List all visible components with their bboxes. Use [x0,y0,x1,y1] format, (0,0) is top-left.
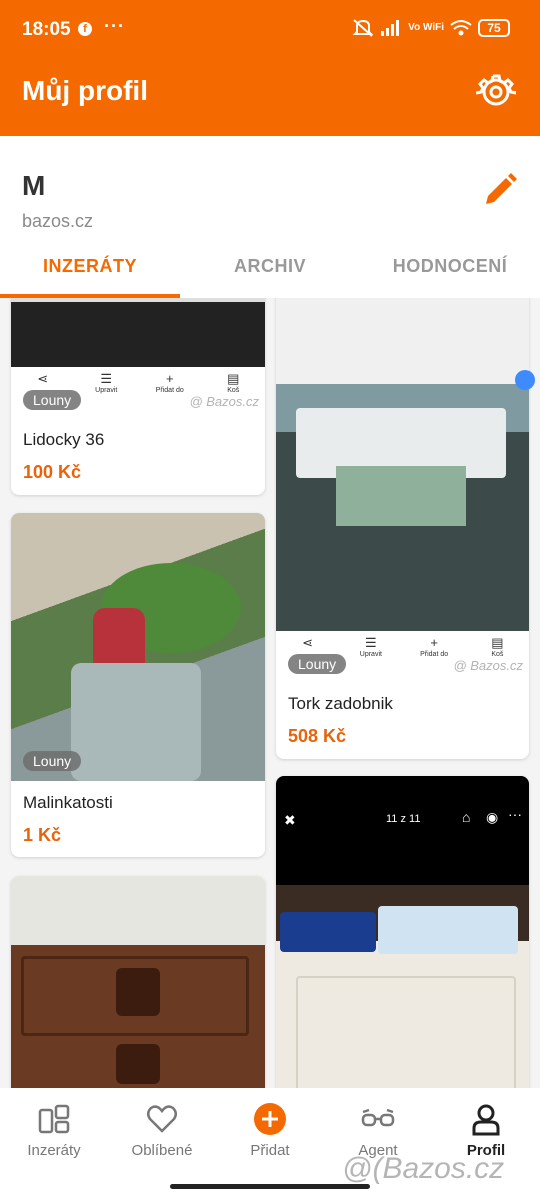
listing-card[interactable]: ⋖ ☰ Upravit + Přidat do ▤ Koš @ Bazos.cz Lo… [276,298,529,759]
site-watermark: @(Bazos.cz [342,1152,505,1185]
heart-icon [147,1105,177,1133]
close-icon: ✖ [284,812,296,828]
plus-icon: + [430,635,438,650]
more-options-icon: ··· [508,806,522,822]
nav-inzeraty[interactable]: Inzeráty [0,1102,108,1159]
listing-image[interactable] [11,876,265,1088]
listing-price: 1 Kč [23,825,62,845]
listing-image[interactable] [11,298,265,367]
profile-name: M [22,170,46,201]
tab-archiv[interactable]: ARCHIV [180,247,360,298]
person-icon [472,1104,500,1136]
add-to-button[interactable]: + Přidat do [412,631,456,675]
sliders-icon: ☰ [365,635,377,650]
edit-image-button[interactable]: ☰ Upravit [84,367,128,411]
glasses-icon [361,1108,395,1127]
nav-oblibene[interactable]: Oblíbené [108,1102,216,1159]
signal-icon [381,20,400,36]
location-badge: Louny [288,654,347,674]
listing-title: Malinkatosti [23,793,113,812]
side-floating-handle[interactable] [515,370,535,390]
listing-image[interactable]: Louny [11,513,265,781]
mute-icon [352,19,374,37]
profile-site: bazos.cz [22,211,94,231]
location-badge: Louny [23,751,82,771]
nav-label: Oblíbené [131,1142,193,1159]
facebook-notification-icon: f [78,22,92,36]
share-icon: ⋖ [302,635,314,650]
share-icon: ⋖ [37,371,49,386]
listing-title: Tork zadobnik [288,694,393,713]
listings-icon [38,1104,70,1134]
listing-grid: ⋖ ☰ Upravit + Přidat do ▤ Koš @ Bazos.cz Lo… [0,298,540,1088]
air-hockey-shape [378,906,518,954]
location-badge: Louny [23,390,82,410]
nav-pridat[interactable]: Přidat [216,1102,324,1159]
listing-card[interactable]: ✖ 11 z 11 ⌂ ◉ ··· [276,776,529,1088]
status-bar: 18:05 f ··· Vo WiFi 75 [0,0,540,60]
nav-agent[interactable]: Agent [324,1102,432,1159]
status-time: 18:05 [22,19,71,40]
listing-title: Lidocky 36 [23,430,105,449]
tab-inzeraty[interactable]: INZERÁTY [0,247,180,298]
location-pin-icon: ◉ [486,809,499,825]
listing-image[interactable] [276,298,529,631]
vowifi-label: Vo WiFi [408,22,444,33]
trash-icon: ▤ [491,635,504,650]
listing-image[interactable]: ✖ 11 z 11 ⌂ ◉ ··· [276,776,529,1088]
game-table-shape [280,912,376,952]
wifi-icon [450,20,472,36]
nav-label: Inzeráty [27,1142,81,1159]
cabinet-shape [296,976,516,1088]
image-watermark: @ Bazos.cz [453,658,523,673]
drawer-handle [116,1044,160,1084]
listing-card[interactable]: Louny Malinkatosti 1 Kč [11,513,265,857]
plus-icon: + [165,371,174,386]
photo-counter: 11 z 11 [386,813,421,825]
trash-icon: ▤ [227,371,240,386]
listing-price: 100 Kč [23,462,82,482]
status-indicators: Vo WiFi 75 [352,18,510,38]
tab-hodnoceni[interactable]: HODNOCENÍ [360,247,540,298]
battery-indicator: 75 [478,19,510,37]
sliders-icon: ☰ [100,371,113,386]
home-indicator[interactable] [170,1184,370,1189]
nav-profil[interactable]: Profil [432,1102,540,1159]
listing-card[interactable] [11,876,265,1088]
pencil-icon[interactable] [482,172,518,208]
app-header: Můj profil [0,60,540,136]
add-to-button[interactable]: + Přidat do [148,367,192,411]
listing-price: 508 Kč [288,726,347,746]
gear-icon[interactable] [476,72,516,112]
edit-image-button[interactable]: ☰ Upravit [349,631,393,675]
profile-tabs: INZERÁTY ARCHIV HODNOCENÍ [0,247,540,298]
plus-circle-icon [254,1103,286,1135]
tag-icon: ⌂ [462,809,471,825]
page-title: Můj profil [22,75,148,106]
paper-towel-shape [336,466,466,526]
watering-can-shape [71,663,201,781]
nav-label: Přidat [250,1142,290,1159]
drawer-handle [116,968,160,1016]
image-watermark: @ Bazos.cz [189,394,259,409]
more-notifications-icon: ··· [104,16,125,36]
listing-card[interactable]: ⋖ ☰ Upravit + Přidat do ▤ Koš @ Bazos.cz Lo… [11,298,265,495]
